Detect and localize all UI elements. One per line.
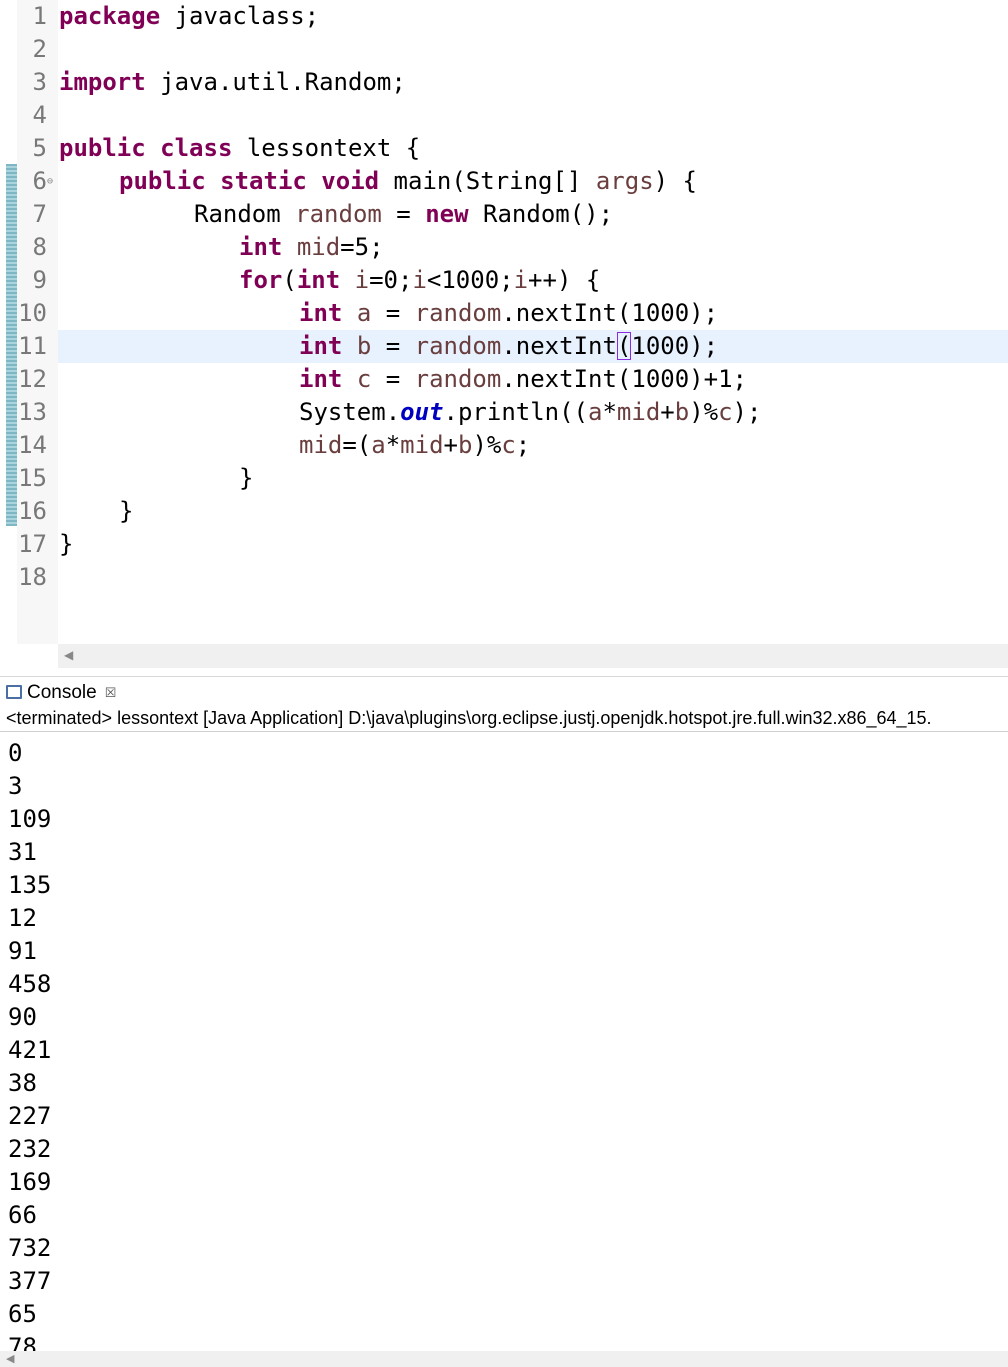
code-line-16[interactable]: }	[0, 495, 1008, 528]
code-line-12[interactable]: int c = random.nextInt(1000)+1;	[0, 363, 1008, 396]
console-output-line: 31	[8, 838, 37, 866]
console-output-line: 38	[8, 1069, 37, 1097]
tab-console-label: Console	[27, 682, 97, 703]
line-number: 18	[18, 563, 47, 591]
code-editor[interactable]: 1 2 3 4 5 6 7 8 9 10 11 12 13 14 15 16 17 18 package java…	[0, 0, 1008, 644]
console-icon	[6, 685, 22, 699]
line-number: 2	[32, 35, 47, 63]
keyword: import	[59, 68, 146, 96]
console-output[interactable]: 0 3 109 31 135 12 91 458 90 421 38 227 232 169 66 732 37…	[0, 737, 1008, 1351]
console-output-line: 732	[8, 1234, 52, 1262]
code-line-14[interactable]: mid=(a*mid+b)%c;	[0, 429, 1008, 462]
console-output-line: 421	[8, 1036, 52, 1064]
console-output-line: 12	[8, 904, 37, 932]
console-output-line: 0	[8, 739, 23, 767]
code-line-8[interactable]: int mid=5;	[0, 231, 1008, 264]
code-line-7[interactable]: Random random = new Random();	[0, 198, 1008, 231]
console-output-line: 66	[8, 1201, 37, 1229]
console-output-line: 169	[8, 1168, 52, 1196]
close-icon[interactable]: ☒	[105, 685, 117, 701]
console-output-line: 90	[8, 1003, 37, 1031]
code-line-9[interactable]: for(int i=0;i<1000;i++) {	[0, 264, 1008, 297]
console-output-line: 135	[8, 871, 52, 899]
keyword: package	[59, 2, 161, 30]
console-output-line: 109	[8, 805, 52, 833]
code-line-10[interactable]: int a = random.nextInt(1000);	[0, 297, 1008, 330]
keyword: public static void	[119, 167, 380, 195]
line-number: 11	[18, 332, 47, 360]
console-tab-bar: Console ☒	[0, 676, 1008, 707]
console-horizontal-scrollbar[interactable]: ◀	[0, 1351, 1008, 1367]
console-process-description: <terminated> lessontext [Java Applicatio…	[0, 706, 1008, 732]
console-output-line: 227	[8, 1102, 52, 1130]
scroll-left-icon[interactable]: ◀	[64, 648, 73, 662]
code-line-11-current[interactable]: int b = random.nextInt(1000);	[58, 330, 1008, 363]
matching-bracket: (	[616, 332, 632, 360]
console-output-line: 3	[8, 772, 23, 800]
code-line-6[interactable]: public static void main(String[] args) {	[0, 165, 1008, 198]
editor-horizontal-scrollbar[interactable]: ◀	[58, 644, 1008, 668]
scroll-left-icon[interactable]: ◀	[6, 1352, 14, 1365]
console-output-line: 377	[8, 1267, 52, 1295]
code-line-17[interactable]: }	[0, 528, 1008, 561]
console-output-line: 91	[8, 937, 37, 965]
fold-collapse-icon[interactable]: ⊖	[47, 165, 53, 198]
console-output-line: 458	[8, 970, 52, 998]
console-output-line: 78	[8, 1333, 37, 1351]
code-line-5[interactable]: public class lessontext {	[0, 132, 1008, 165]
line-number: 4	[32, 101, 47, 129]
code-line-13[interactable]: System.out.println((a*mid+b)%c);	[0, 396, 1008, 429]
tab-console[interactable]: Console ☒	[6, 679, 116, 707]
console-output-line: 232	[8, 1135, 52, 1163]
code-line-3[interactable]: import java.util.Random;	[0, 66, 1008, 99]
keyword: public class	[59, 134, 233, 162]
console-output-line: 65	[8, 1300, 37, 1328]
code-line-15[interactable]: }	[0, 462, 1008, 495]
code-line-1[interactable]: package javaclass;	[0, 0, 1008, 33]
